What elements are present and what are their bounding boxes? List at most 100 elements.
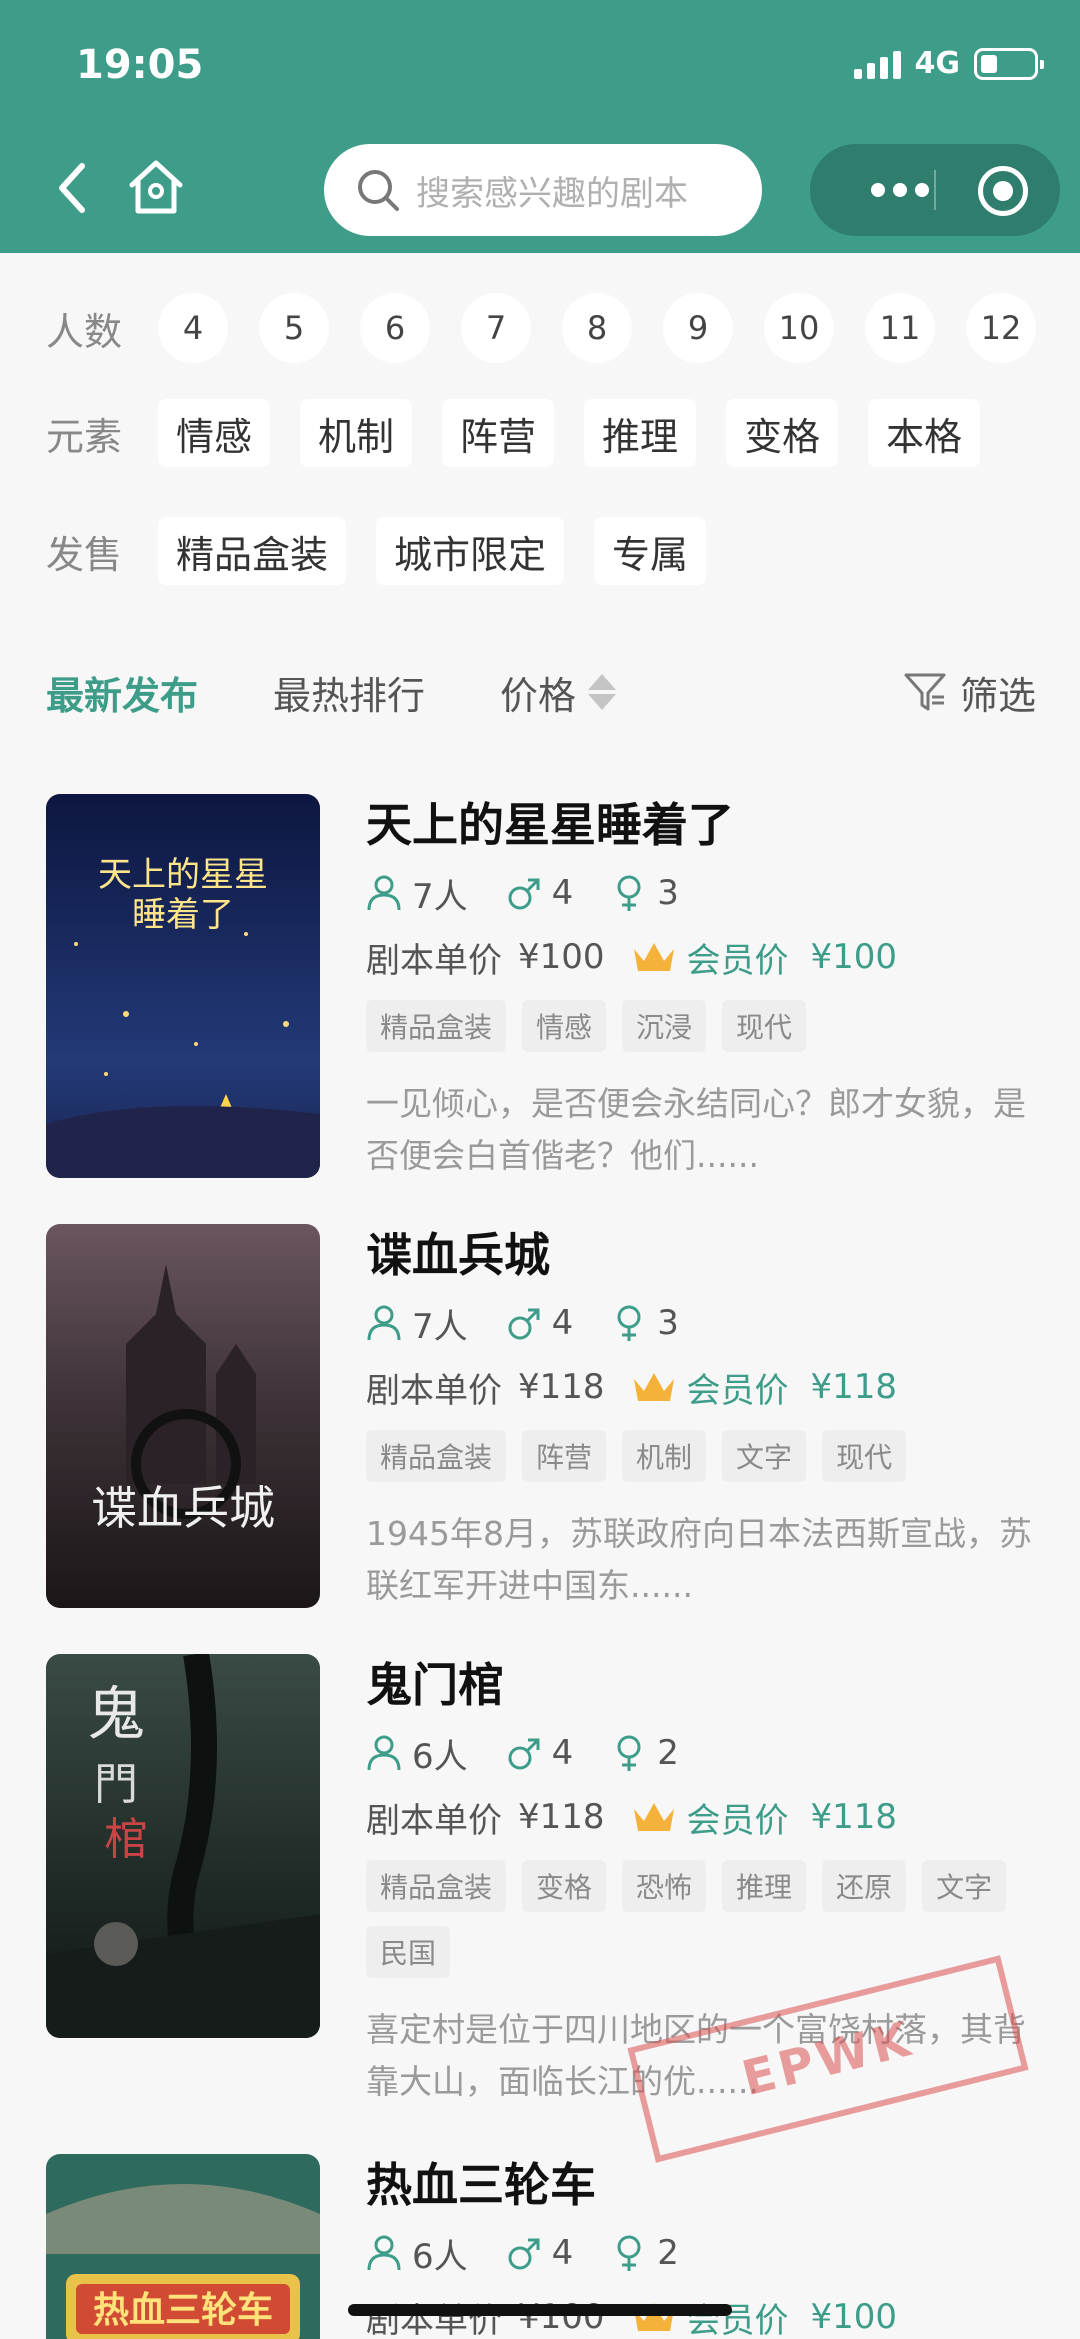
element-option[interactable]: 本格 — [868, 399, 981, 467]
female-icon — [617, 875, 641, 911]
crown-icon — [633, 943, 674, 971]
vip-price-label: 会员价 — [686, 1800, 789, 1841]
filter-label-people: 人数 — [46, 309, 123, 354]
male-count: 4 — [551, 1733, 574, 1773]
person-icon — [367, 875, 401, 911]
tag: 现代 — [722, 1000, 807, 1052]
player-stats: 7人 4 3 — [366, 1298, 1046, 1348]
people-stat: 6人 — [366, 2229, 468, 2278]
home-button[interactable] — [124, 155, 188, 219]
chevron-left-icon — [59, 163, 85, 213]
female-count: 2 — [657, 2233, 679, 2273]
element-option[interactable]: 机制 — [300, 399, 413, 467]
people-option[interactable]: 6 — [360, 293, 430, 363]
tag: 还原 — [822, 1860, 907, 1912]
tag: 文字 — [922, 1860, 1007, 1912]
sort-bar: 最新发布 最热排行 价格 筛选 — [46, 660, 1036, 724]
unit-price: ¥118 — [518, 1797, 605, 1837]
male-stat: 4 — [506, 1303, 573, 1343]
element-options: 情感 机制 阵营 推理 变格 本格 — [158, 399, 1038, 467]
male-count: 4 — [551, 2233, 574, 2273]
people-option[interactable]: 10 — [764, 293, 834, 363]
people-option[interactable]: 7 — [461, 293, 531, 363]
people-count: 6人 — [412, 2236, 468, 2277]
network-type: 4G — [914, 46, 961, 81]
tag: 精品盒装 — [366, 1430, 507, 1482]
miniprogram-capsule — [810, 144, 1060, 236]
sort-arrows-icon — [588, 674, 617, 710]
home-indicator[interactable] — [348, 2304, 732, 2316]
signal-icon — [853, 49, 901, 79]
price-row: 剧本单价 ¥118 会员价 ¥118 — [366, 1362, 1046, 1412]
filter-funnel-icon — [904, 673, 946, 711]
sort-price[interactable]: 价格 — [500, 665, 617, 720]
player-stats: 6人 4 2 — [366, 2228, 1046, 2278]
element-option[interactable]: 情感 — [158, 399, 271, 467]
home-icon — [129, 160, 183, 214]
unit-price: ¥100 — [518, 2297, 605, 2337]
female-stat: 2 — [611, 1733, 679, 1773]
cover-title: 鬼 — [87, 1680, 145, 1748]
filter-row-sale: 发售 精品盒装 城市限定 专属 — [46, 517, 736, 585]
vip-price-label: 会员价 — [686, 1370, 789, 1411]
people-option[interactable]: 4 — [158, 293, 228, 363]
script-description: 1945年8月，苏联政府向日本法西斯宣战，苏联红军开进中国东...... — [366, 1514, 1032, 1605]
svg-text:睡着了: 睡着了 — [132, 895, 234, 935]
male-icon — [508, 878, 540, 910]
people-option[interactable]: 8 — [562, 293, 632, 363]
female-stat: 2 — [611, 2233, 679, 2273]
filter-label: 筛选 — [959, 673, 1036, 718]
people-option[interactable]: 12 — [966, 293, 1036, 363]
script-title[interactable]: 天上的星星睡着了 — [366, 794, 1046, 856]
vip-price-label: 会员价 — [686, 940, 789, 981]
element-option[interactable]: 阵营 — [442, 399, 555, 467]
unit-price-label: 剧本单价 — [366, 1800, 502, 1841]
tag-list: 精品盒装 情感 沉浸 现代 — [366, 1000, 1046, 1052]
svg-text:棺: 棺 — [104, 1814, 148, 1865]
female-count: 2 — [657, 1733, 679, 1773]
people-count: 7人 — [412, 1306, 468, 1347]
tag: 情感 — [522, 1000, 607, 1052]
male-icon — [508, 1738, 540, 1770]
crown-icon — [633, 1803, 674, 1831]
script-title[interactable]: 鬼门棺 — [366, 1654, 1046, 1716]
sort-hot[interactable]: 最热排行 — [273, 665, 425, 720]
script-title[interactable]: 热血三轮车 — [366, 2154, 1046, 2216]
sort-latest[interactable]: 最新发布 — [46, 665, 198, 720]
male-icon — [508, 2238, 540, 2270]
unit-price-label: 剧本单价 — [366, 940, 502, 981]
price-row: 剧本单价 ¥118 会员价 ¥118 — [366, 1792, 1046, 1842]
price-row: 剧本单价 ¥100 会员价 ¥100 — [366, 932, 1046, 982]
filter-button[interactable]: 筛选 — [902, 660, 1036, 724]
sale-option[interactable]: 城市限定 — [376, 517, 565, 585]
people-stat: 6人 — [366, 1729, 468, 1778]
back-button[interactable] — [52, 158, 92, 218]
svg-text:門: 門 — [94, 1759, 138, 1810]
script-title[interactable]: 谍血兵城 — [366, 1224, 1046, 1286]
people-option[interactable]: 5 — [259, 293, 329, 363]
female-icon — [617, 1305, 641, 1341]
search-input[interactable]: 搜索感兴趣的剧本 — [324, 144, 762, 236]
tag: 现代 — [822, 1430, 907, 1482]
male-stat: 4 — [506, 1733, 574, 1773]
filter-panel: 人数 4 5 6 7 8 9 10 11 12 元素 情感 机制 阵营 推理 变… — [0, 253, 1080, 613]
cover-image: 谍血兵城 — [46, 1224, 320, 1608]
unit-price: ¥118 — [518, 1367, 605, 1407]
element-option[interactable]: 变格 — [726, 399, 839, 467]
tag: 恐怖 — [622, 1860, 707, 1912]
battery-icon — [974, 47, 1044, 80]
unit-price: ¥100 — [518, 937, 605, 977]
people-option[interactable]: 11 — [865, 293, 935, 363]
element-option[interactable]: 推理 — [584, 399, 697, 467]
player-stats: 6人 4 2 — [366, 1728, 1046, 1778]
tag: 精品盒装 — [366, 1860, 507, 1912]
filter-label-elements: 元素 — [46, 414, 123, 459]
sale-option[interactable]: 专属 — [594, 517, 707, 585]
tag: 民国 — [366, 1926, 451, 1978]
filter-row-elements: 元素 情感 机制 阵营 推理 变格 本格 — [46, 399, 1038, 467]
people-option[interactable]: 9 — [663, 293, 733, 363]
male-icon — [508, 1308, 540, 1340]
tag: 文字 — [722, 1430, 807, 1482]
close-target-icon[interactable] — [978, 166, 1028, 216]
sale-option[interactable]: 精品盒装 — [158, 517, 347, 585]
